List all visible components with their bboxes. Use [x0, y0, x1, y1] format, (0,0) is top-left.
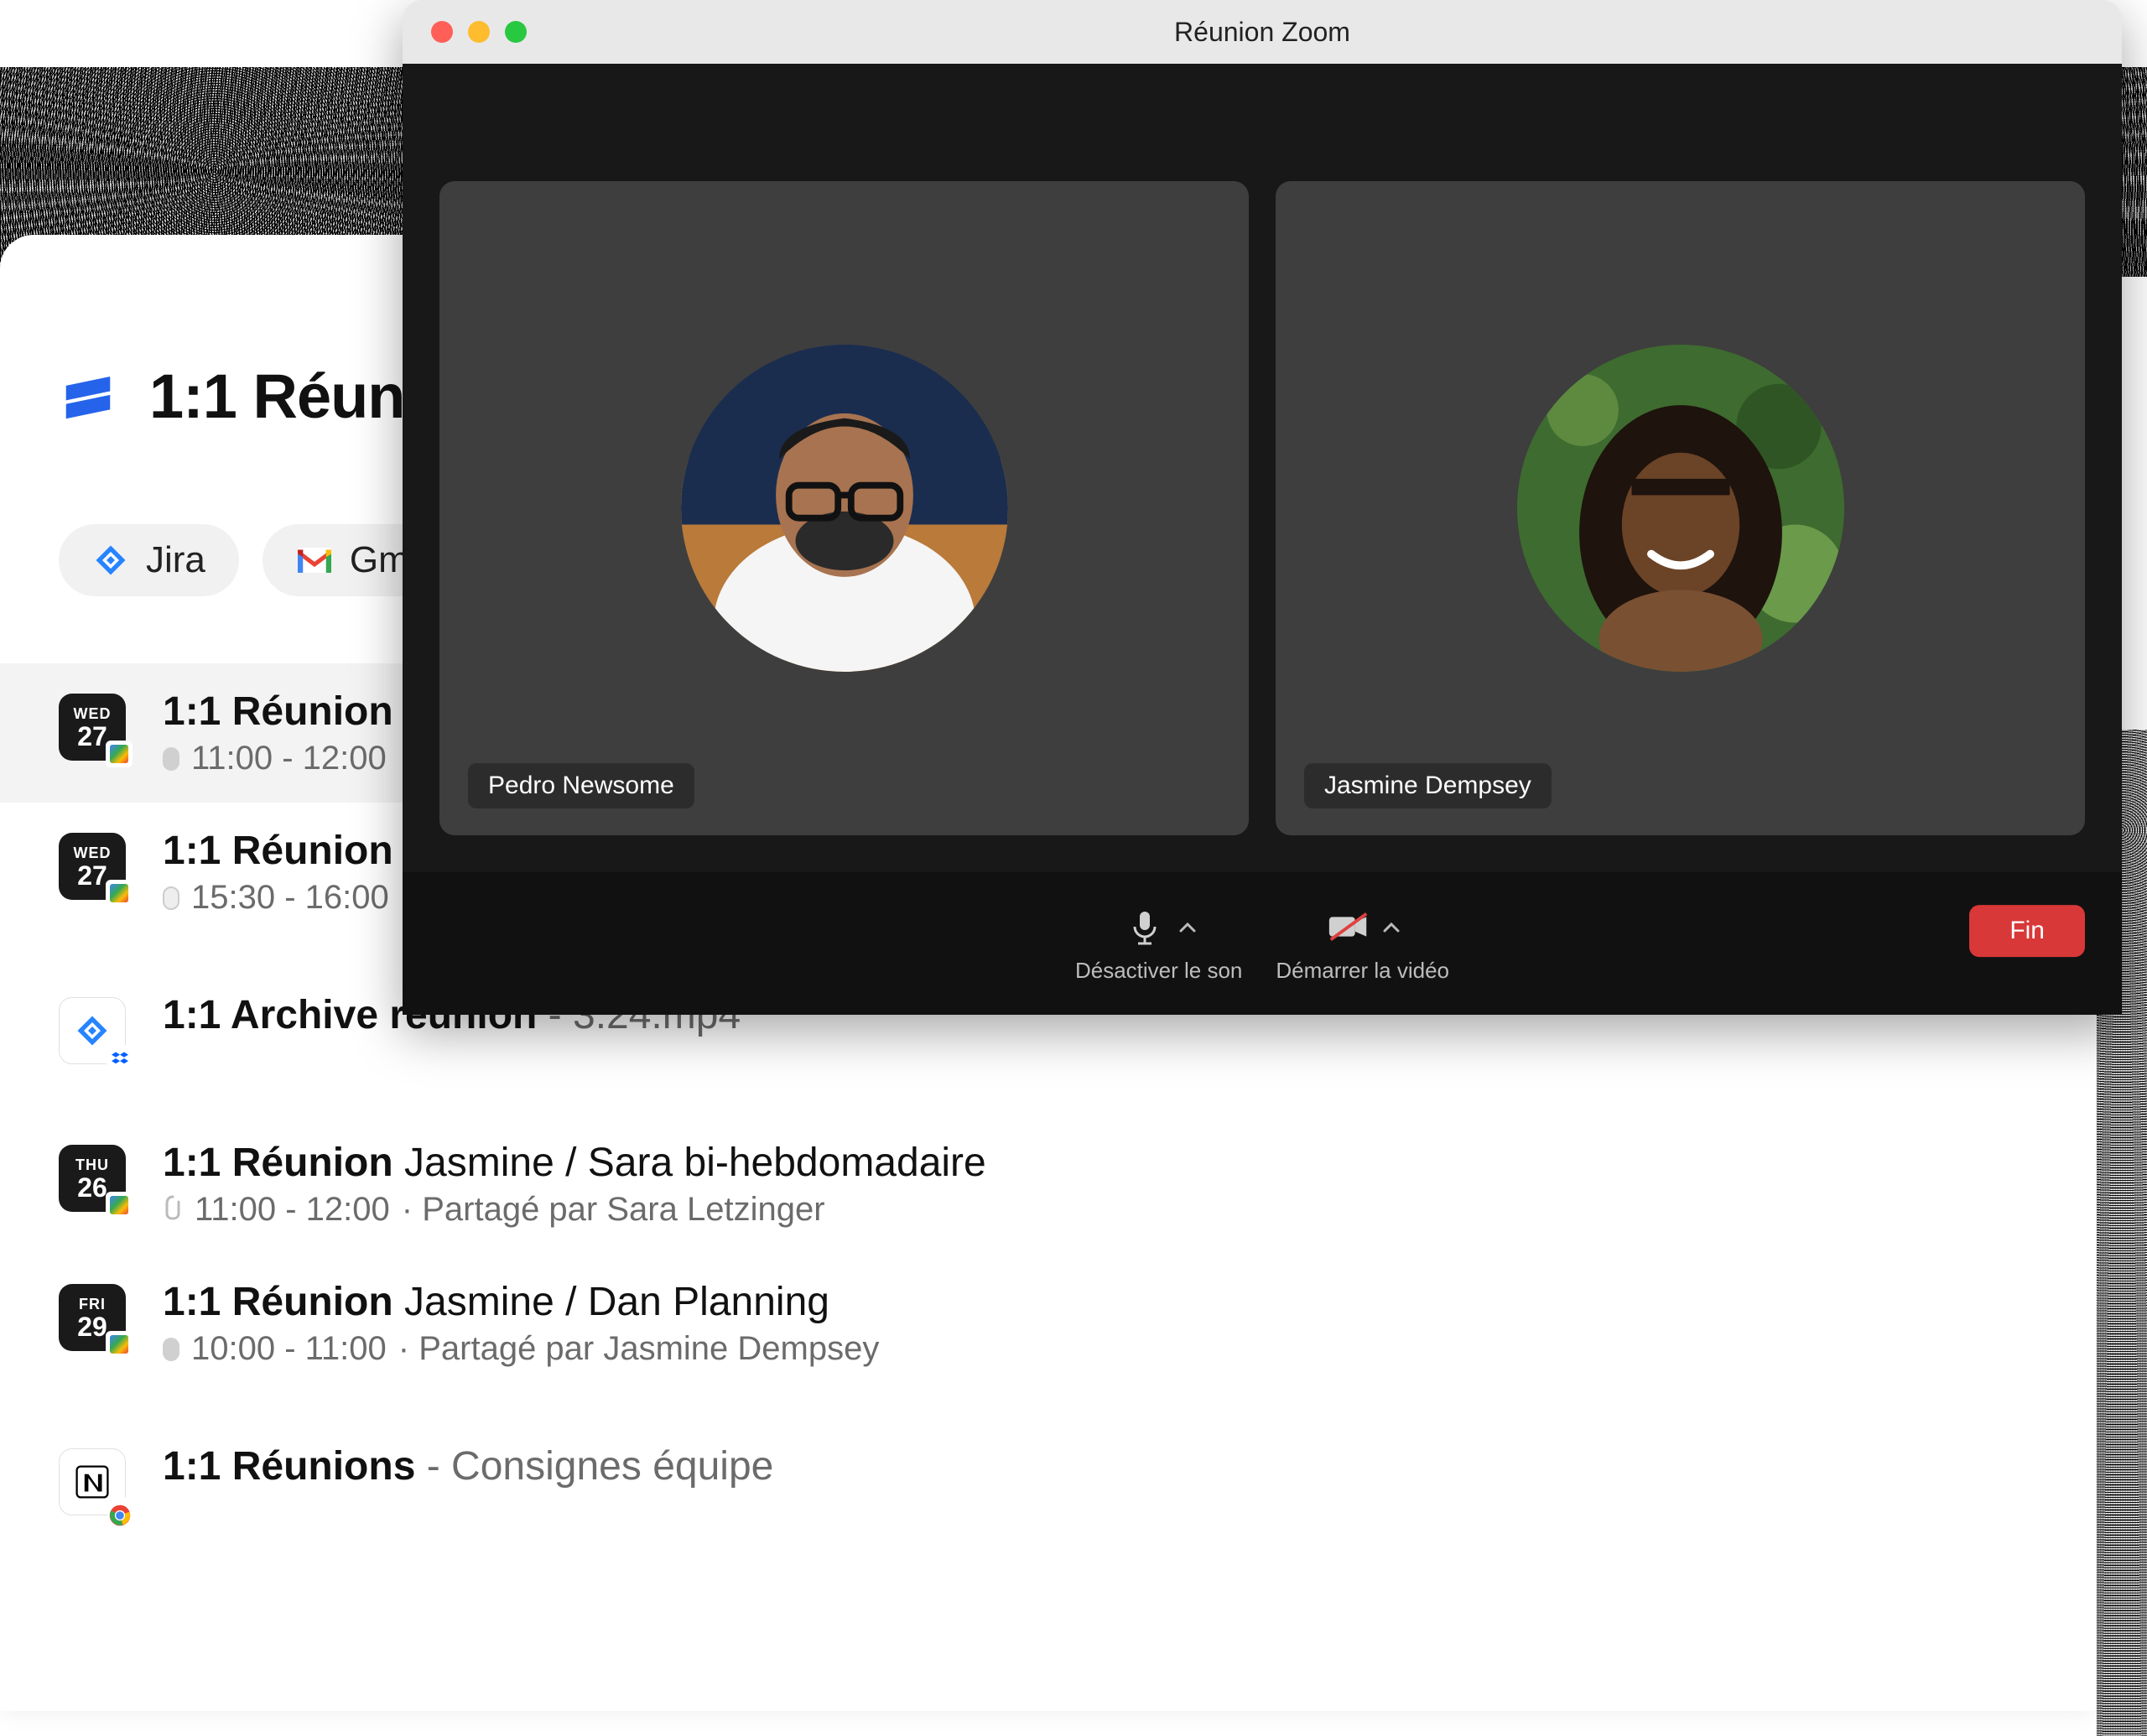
participant-name-tag: Jasmine Dempsey	[1304, 763, 1552, 808]
zoom-toolbar: Désactiver le son Démarrer la vidéo Fin	[403, 872, 2122, 1015]
google-calendar-badge-icon	[107, 1333, 131, 1356]
participant-name-tag: Pedro Newsome	[468, 763, 694, 808]
item-time: 11:00 - 12:00	[191, 740, 387, 777]
jira-icon	[92, 542, 129, 579]
gmail-icon	[296, 542, 333, 579]
file-jira-icon	[59, 997, 126, 1064]
calendar-date-icon: THU 26	[59, 1145, 126, 1212]
item-title-bold: 1:1 Réunion	[163, 1141, 393, 1185]
calendar-date-icon: FRI 29	[59, 1284, 126, 1351]
video-label: Démarrer la vidéo	[1276, 958, 1449, 984]
chevron-up-icon[interactable]	[1179, 916, 1196, 938]
app-logo-icon	[59, 367, 117, 426]
video-control[interactable]: Démarrer la vidéo	[1276, 904, 1449, 984]
mute-label: Désactiver le son	[1075, 958, 1242, 984]
item-title-bold: 1:1 Réunion	[163, 1280, 393, 1324]
zoom-titlebar[interactable]: Réunion Zoom	[403, 0, 2122, 64]
zoom-window: Réunion Zoom	[403, 0, 2122, 1015]
window-minimize-icon[interactable]	[468, 21, 490, 43]
calendar-date-icon: WED 27	[59, 694, 126, 761]
item-title-bold: 1:1 Réunion	[163, 689, 393, 734]
item-meta-extra: · Partagé par Jasmine Dempsey	[398, 1330, 880, 1368]
microphone-icon	[1122, 904, 1167, 949]
video-off-icon	[1326, 904, 1371, 949]
participant-tile[interactable]: Pedro Newsome	[439, 181, 1249, 835]
google-calendar-badge-icon	[107, 881, 131, 905]
mute-control[interactable]: Désactiver le son	[1075, 904, 1242, 984]
video-grid: Pedro Newsome	[403, 64, 2122, 872]
result-item[interactable]: FRI 29 1:1 Réunion Jasmine / Dan Plannin…	[0, 1254, 2097, 1393]
chrome-badge-icon	[108, 1498, 132, 1521]
result-item[interactable]: THU 26 1:1 Réunion Jasmine / Sara bi-heb…	[0, 1115, 2097, 1254]
item-meta-extra: · Partagé par Sara Letzinger	[402, 1191, 825, 1229]
filter-chip-jira[interactable]: Jira	[59, 524, 239, 596]
dropbox-badge-icon	[108, 1047, 132, 1070]
item-title-rest: Jasmine / Dan Planning	[393, 1280, 829, 1324]
google-calendar-badge-icon	[107, 742, 131, 766]
chevron-up-icon[interactable]	[1383, 916, 1400, 938]
avatar	[681, 345, 1008, 672]
status-dot-icon	[163, 886, 179, 910]
end-meeting-button[interactable]: Fin	[1969, 905, 2085, 957]
result-item[interactable]: 1:1 Réunions - Consignes équipe	[0, 1393, 2097, 1541]
item-time: 10:00 - 11:00	[191, 1330, 387, 1368]
attachment-icon	[163, 1191, 183, 1229]
status-dot-icon	[163, 1338, 179, 1361]
item-title-bold: 1:1 Réunion	[163, 829, 393, 873]
item-title-suffix: - Consignes équipe	[415, 1444, 773, 1489]
chip-label: Jira	[146, 539, 205, 581]
window-close-icon[interactable]	[431, 21, 453, 43]
item-time: 15:30 - 16:00	[191, 879, 389, 917]
avatar	[1517, 345, 1844, 672]
file-notion-icon	[59, 1448, 126, 1515]
status-dot-icon	[163, 747, 179, 771]
participant-tile[interactable]: Jasmine Dempsey	[1276, 181, 2085, 835]
item-title-rest: Jasmine / Sara bi-hebdomadaire	[393, 1141, 986, 1185]
window-traffic-lights[interactable]	[431, 21, 527, 43]
window-zoom-icon[interactable]	[505, 21, 527, 43]
item-title-bold: 1:1 Réunions	[163, 1444, 415, 1489]
google-calendar-badge-icon	[107, 1193, 131, 1217]
item-time: 11:00 - 12:00	[195, 1191, 390, 1229]
calendar-date-icon: WED 27	[59, 833, 126, 900]
zoom-window-title: Réunion Zoom	[1174, 17, 1350, 48]
